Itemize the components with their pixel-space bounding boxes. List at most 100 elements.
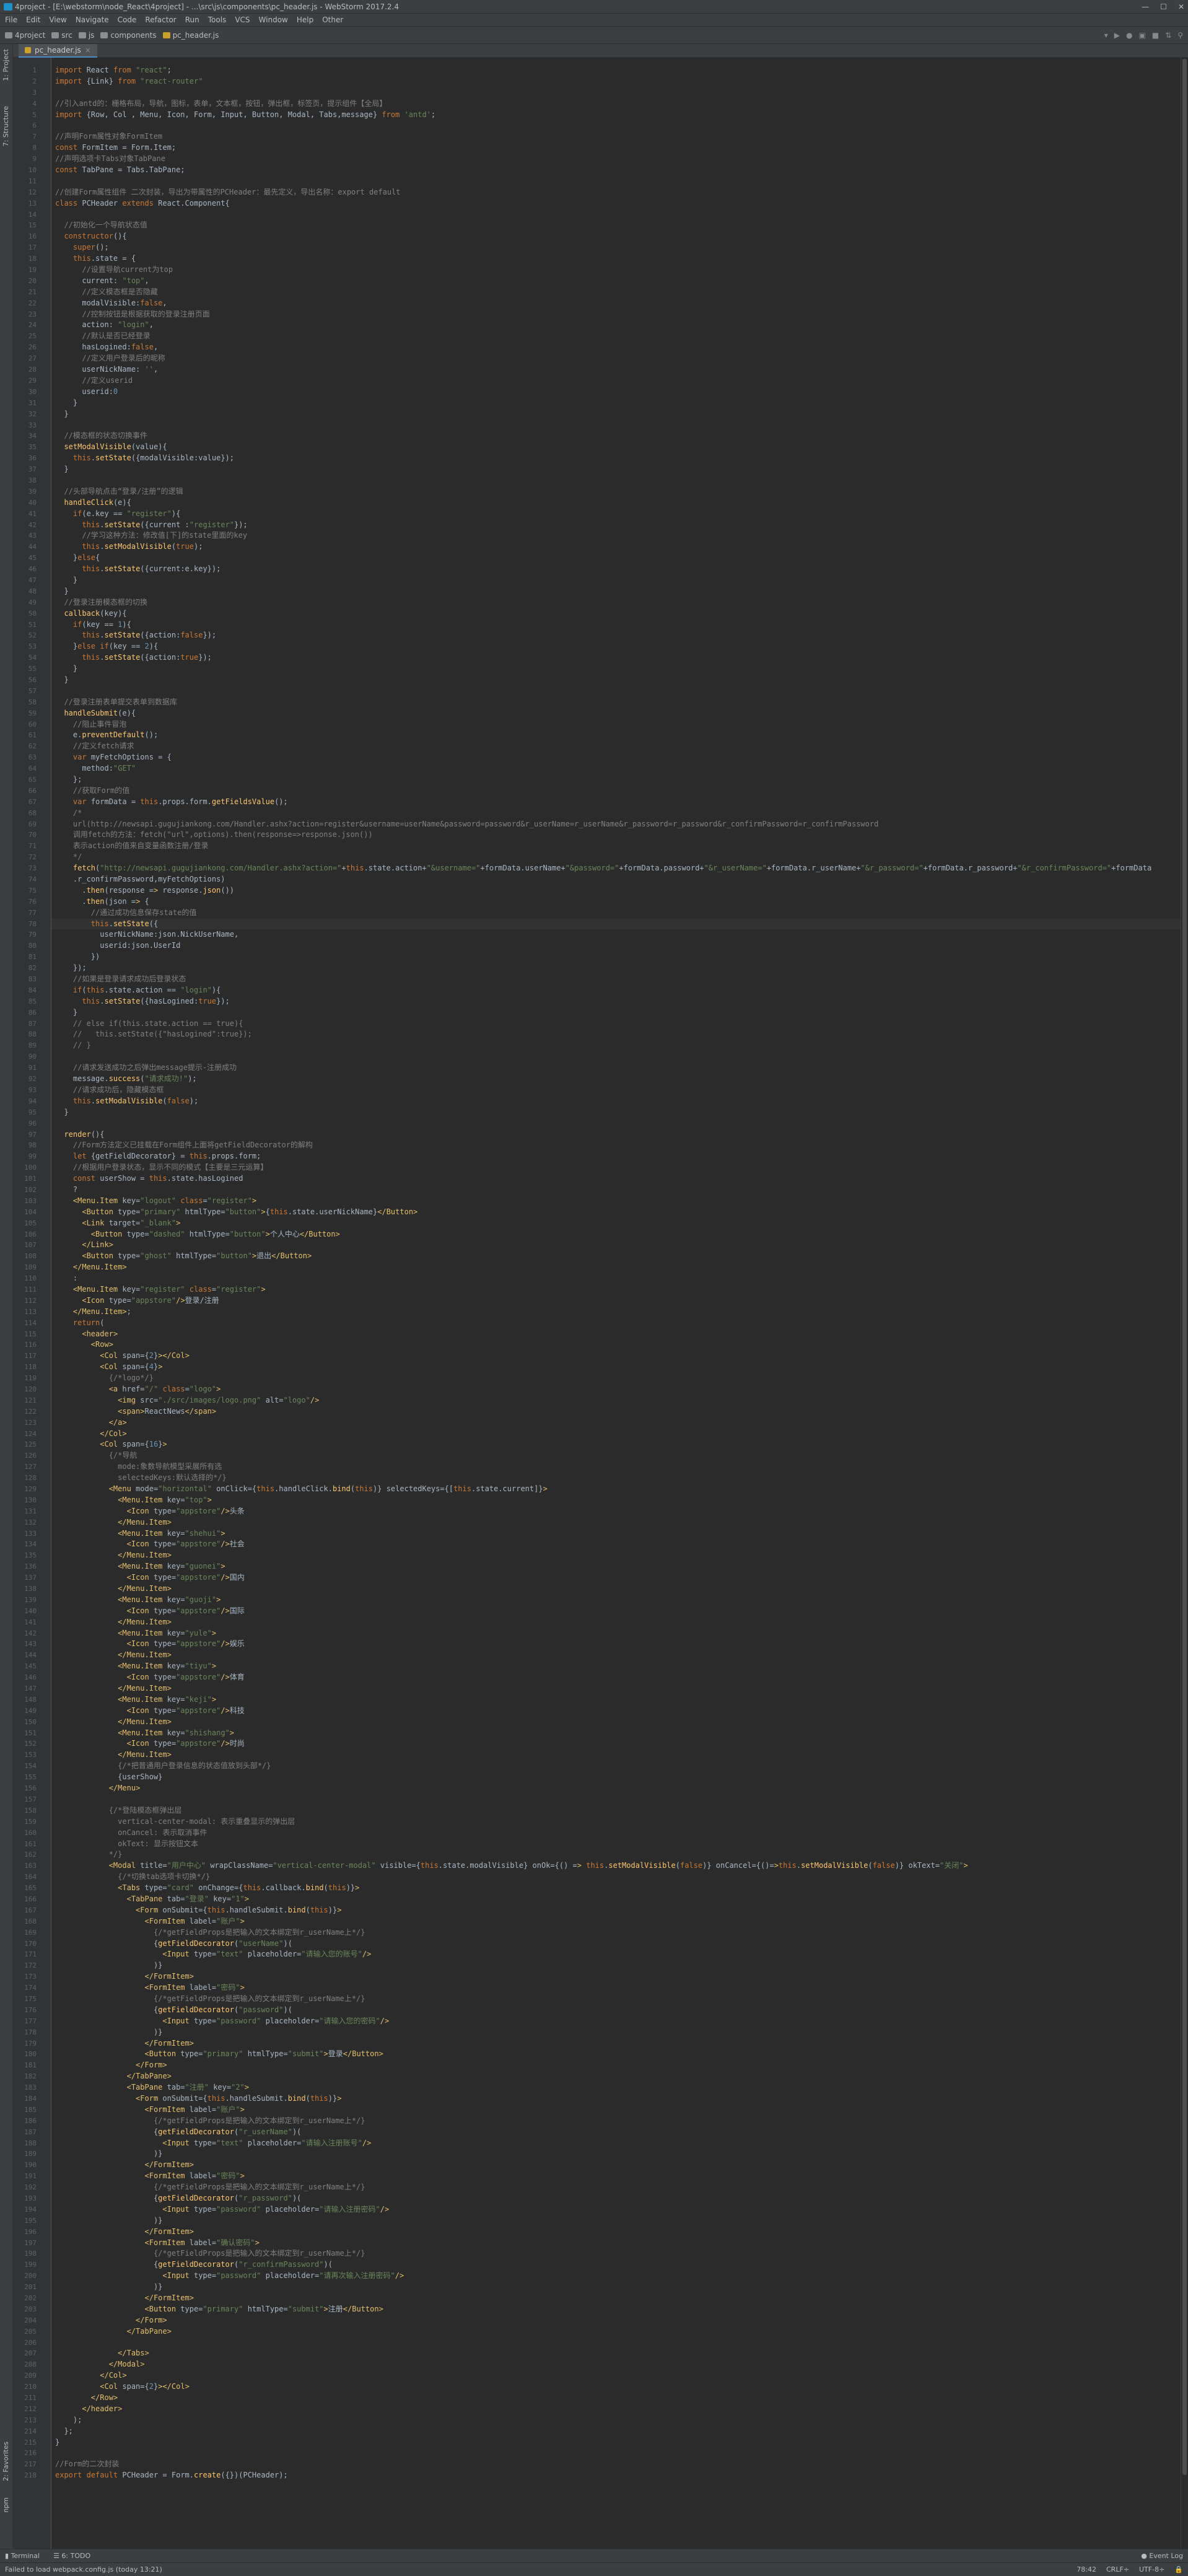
code-line[interactable]: 36 this.setState({modalVisible:value}); [28, 453, 1181, 464]
vertical-scrollbar[interactable] [1181, 58, 1188, 2549]
code-line[interactable]: 88 // this.setState({"hasLogined":true})… [28, 1029, 1181, 1040]
code-line[interactable]: 25 //默认是否已经登录 [28, 331, 1181, 342]
menu-vcs[interactable]: VCS [235, 15, 250, 24]
event-log-button[interactable]: ● Event Log [1141, 2552, 1183, 2560]
code-line[interactable]: 167 <Form onSubmit={this.handleSubmit.bi… [24, 1905, 1181, 1916]
code-line[interactable]: 67 var formData = this.props.form.getFie… [28, 797, 1181, 808]
code-line[interactable]: 115 <header> [24, 1329, 1181, 1340]
code-line[interactable]: 217 //Form的二次封装 [24, 2459, 1181, 2470]
code-line[interactable]: 38 [28, 475, 1181, 486]
code-line[interactable]: 18 this.state = { [28, 253, 1181, 265]
code-line[interactable]: 39 //头部导航点击“登录/注册”的逻辑 [28, 486, 1181, 497]
code-line[interactable]: 14 [28, 209, 1181, 221]
code-line[interactable]: 87 // else if(this.state.action == true)… [28, 1019, 1181, 1030]
code-line[interactable]: 122 <span>ReactNews</span> [24, 1406, 1181, 1417]
code-line[interactable]: 29 //定义userid [28, 375, 1181, 387]
code-line[interactable]: 161 okText: 显示按钮文本 [24, 1839, 1181, 1850]
code-line[interactable]: 169 {/*getFieldProps是把输入的文本绑定到r_userName… [24, 1927, 1181, 1939]
code-line[interactable]: 47 } [28, 575, 1181, 586]
terminal-tool-button[interactable]: ▮ Terminal [5, 2552, 40, 2560]
code-line[interactable]: 145 <Menu.Item key="tiyu"> [24, 1661, 1181, 1672]
code-line[interactable]: 162 */} [24, 1849, 1181, 1860]
menu-help[interactable]: Help [297, 15, 313, 24]
code-line[interactable]: 199 {getFieldDecorator("r_confirmPasswor… [24, 2259, 1181, 2271]
code-line[interactable]: 139 <Menu.Item key="guoji"> [24, 1595, 1181, 1606]
code-line[interactable]: 77 //通过成功信息保存state的值 [28, 908, 1181, 919]
code-line[interactable]: 157 [24, 1794, 1181, 1805]
code-line[interactable]: 209 </Col> [24, 2370, 1181, 2381]
code-line[interactable]: 102 ? [24, 1185, 1181, 1196]
code-line[interactable]: 179 </FormItem> [24, 2038, 1181, 2049]
code-line[interactable]: 27 //定义用户登录后的昵称 [28, 353, 1181, 364]
code-line[interactable]: 177 <Input type="password" placeholder="… [24, 2016, 1181, 2027]
code-line[interactable]: 69 url(http://newsapi.gugujiankong.com/H… [28, 819, 1181, 830]
code-line[interactable]: 100 //根据用户登录状态，显示不同的模式【主要是三元运算】 [24, 1162, 1181, 1173]
code-line[interactable]: 19 //设置导航current为top [28, 265, 1181, 276]
code-line[interactable]: 7 //声明Form属性对象FormItem [32, 131, 1181, 142]
code-line[interactable]: 152 <Icon type="appstore"/>时尚 [24, 1738, 1181, 1750]
code-line[interactable]: 120 <a href="/" class="logo"> [24, 1384, 1181, 1395]
code-line[interactable]: 12 //创建Form属性组件 二次封装，导出为带属性的PCHeader：最先定义… [28, 187, 1181, 198]
code-line[interactable]: 82 }); [28, 963, 1181, 974]
code-line[interactable]: 113 </Menu.Item>; [24, 1307, 1181, 1318]
code-line[interactable]: 124 </Col> [24, 1429, 1181, 1440]
code-line[interactable]: 61 e.preventDefault(); [28, 730, 1181, 741]
code-line[interactable]: 159 vertical-center-modal: 表示重叠显示的弹出层 [24, 1816, 1181, 1828]
code-line[interactable]: 194 <Input type="password" placeholder="… [24, 2204, 1181, 2215]
code-line[interactable]: 185 <FormItem label="账户"> [24, 2105, 1181, 2116]
menu-edit[interactable]: Edit [26, 15, 40, 24]
code-line[interactable]: 165 <Tabs type="card" onChange={this.cal… [24, 1883, 1181, 1894]
code-line[interactable]: 173 </FormItem> [24, 1971, 1181, 1982]
code-line[interactable]: 93 //请求成功后，隐藏模态框 [28, 1085, 1181, 1096]
code-line[interactable]: 192 {/*getFieldProps是把输入的文本绑定到r_userName… [24, 2182, 1181, 2193]
code-line[interactable]: 48 } [28, 586, 1181, 597]
code-line[interactable]: 135 </Menu.Item> [24, 1550, 1181, 1561]
code-line[interactable]: 117 <Col span={2}></Col> [24, 1351, 1181, 1362]
maximize-icon[interactable]: ☐ [1160, 2, 1167, 11]
code-line[interactable]: 140 <Icon type="appstore"/>国际 [24, 1606, 1181, 1617]
code-line[interactable]: 132 </Menu.Item> [24, 1517, 1181, 1528]
code-line[interactable]: 40 handleClick(e){ [28, 497, 1181, 509]
code-line[interactable]: 24 action: "login", [28, 320, 1181, 331]
code-line[interactable]: 148 <Menu.Item key="keji"> [24, 1694, 1181, 1706]
menu-window[interactable]: Window [259, 15, 288, 24]
lock-icon[interactable]: 🔒 [1174, 2565, 1183, 2574]
code-line[interactable]: 51 if(key == 1){ [28, 620, 1181, 631]
code-line[interactable]: 105 <Link target="_blank"> [24, 1218, 1181, 1229]
code-line[interactable]: 202 </FormItem> [24, 2293, 1181, 2304]
code-line[interactable]: 64 method:"GET" [28, 763, 1181, 774]
code-line[interactable]: 172 )} [24, 1960, 1181, 1971]
menu-navigate[interactable]: Navigate [76, 15, 109, 24]
code-line[interactable]: 163 <Modal title="用户中心" wrapClassName="v… [24, 1860, 1181, 1872]
code-line[interactable]: 92 message.success("请求成功!"); [28, 1074, 1181, 1085]
code-line[interactable]: 85 this.setState({hasLogined:true}); [28, 996, 1181, 1007]
code-line[interactable]: 213 ); [24, 2415, 1181, 2426]
code-line[interactable]: 65 }; [28, 774, 1181, 786]
code-line[interactable]: 34 //模态框的状态切换事件 [28, 431, 1181, 442]
code-line[interactable]: 73 fetch("http://newsapi.gugujiankong.co… [28, 863, 1181, 874]
code-line[interactable]: 78 this.setState({ [28, 918, 1181, 930]
breadcrumb-item[interactable]: pc_header.js [162, 31, 219, 40]
code-line[interactable]: 6 [32, 120, 1181, 131]
code-line[interactable]: 50 callback(key){ [28, 608, 1181, 620]
menu-other[interactable]: Other [322, 15, 343, 24]
code-line[interactable]: 81 }) [28, 952, 1181, 963]
code-line[interactable]: 16 constructor(){ [28, 231, 1181, 242]
code-line[interactable]: 99 let {getFieldDecorator} = this.props.… [28, 1151, 1181, 1162]
code-line[interactable]: 4 //引入antd的：栅格布局，导航，图标，表单，文本框，按钮，弹出框，标签页，… [32, 99, 1181, 110]
minimize-icon[interactable]: — [1142, 2, 1149, 11]
code-line[interactable]: 137 <Icon type="appstore"/>国内 [24, 1572, 1181, 1584]
code-line[interactable]: 49 //登录注册模态框的切换 [28, 597, 1181, 608]
code-line[interactable]: 170 {getFieldDecorator("userName")( [24, 1939, 1181, 1950]
code-line[interactable]: 71 表示action的值来自变量函数注册/登录 [28, 841, 1181, 852]
code-line[interactable]: 109 </Menu.Item> [24, 1262, 1181, 1273]
code-line[interactable]: 178 )} [24, 2027, 1181, 2038]
code-line[interactable]: 147 </Menu.Item> [24, 1683, 1181, 1694]
code-line[interactable]: 144 </Menu.Item> [24, 1650, 1181, 1661]
code-line[interactable]: 205 </TabPane> [24, 2326, 1181, 2337]
code-line[interactable]: 58 //登录注册表单提交表单到数据库 [28, 697, 1181, 708]
code-line[interactable]: 74 .r_confirmPassword,myFetchOptions) [28, 874, 1181, 885]
code-line[interactable]: 41 if(e.key == "register"){ [28, 509, 1181, 520]
debug-icon[interactable]: ● [1126, 31, 1132, 40]
code-line[interactable]: 180 <Button type="primary" htmlType="sub… [24, 2049, 1181, 2060]
